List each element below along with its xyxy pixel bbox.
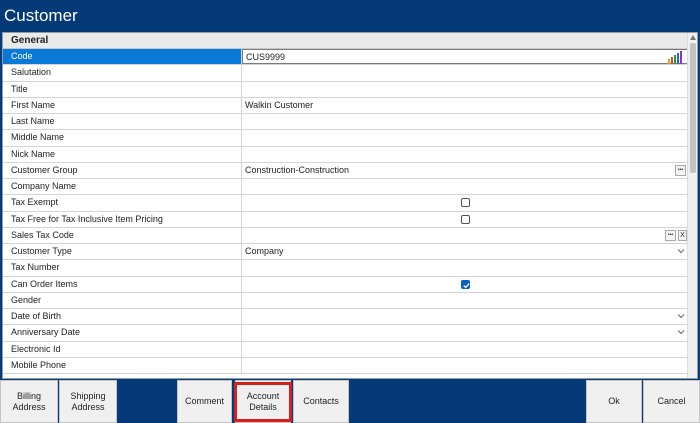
property-value[interactable]: ••• X xyxy=(242,228,689,243)
property-rows: Code CUS9999 Salutation Title First Name Walk… xyxy=(3,49,689,374)
property-value[interactable]: Construction-Construction ••• xyxy=(242,163,689,178)
property-row[interactable]: Tax Number xyxy=(3,260,689,277)
property-label: First Name xyxy=(3,97,242,113)
account-details-button[interactable]: Account Details xyxy=(235,380,291,423)
property-value-text: Construction-Construction xyxy=(245,164,350,175)
property-label: Sales Tax Code xyxy=(3,227,242,243)
title-bar: Customer xyxy=(0,0,700,32)
property-label: Middle Name xyxy=(3,130,242,146)
ok-button[interactable]: Ok xyxy=(586,380,642,423)
property-value-text: Company xyxy=(245,246,284,256)
property-label: Nick Name xyxy=(3,146,242,162)
cancel-button[interactable]: Cancel xyxy=(643,380,700,423)
property-value-text: CUS9999 xyxy=(246,52,286,62)
property-label: Electronic Id xyxy=(3,341,242,357)
property-label: Code xyxy=(3,49,242,65)
checkmark-icon xyxy=(463,282,470,288)
window-title: Customer xyxy=(4,6,78,25)
property-value[interactable] xyxy=(242,342,689,357)
property-value[interactable] xyxy=(242,82,689,97)
property-row[interactable]: Anniversary Date xyxy=(3,325,689,342)
property-row[interactable]: Sales Tax Code ••• X xyxy=(3,227,689,244)
property-row[interactable]: Tax Exempt xyxy=(3,195,689,212)
property-value[interactable] xyxy=(242,358,689,373)
property-row[interactable]: Electronic Id xyxy=(3,341,689,358)
property-row[interactable]: Title xyxy=(3,81,689,98)
property-label: Company Name xyxy=(3,179,242,195)
clear-icon[interactable]: X xyxy=(678,229,687,241)
contacts-button[interactable]: Contacts xyxy=(293,380,349,423)
chart-icon[interactable] xyxy=(667,51,685,64)
property-value[interactable] xyxy=(242,114,689,129)
property-row[interactable]: Mobile Phone xyxy=(3,357,689,374)
chevron-down-icon[interactable] xyxy=(677,327,685,337)
property-row[interactable]: First Name Walkin Customer xyxy=(3,97,689,114)
property-label: Salutation xyxy=(3,65,242,81)
section-title: General xyxy=(11,35,49,46)
checkbox[interactable] xyxy=(461,279,470,289)
property-value[interactable] xyxy=(242,65,689,80)
chevron-down-icon[interactable] xyxy=(677,246,685,256)
property-row[interactable]: Gender xyxy=(3,292,689,309)
property-value[interactable] xyxy=(242,195,689,210)
section-header-general[interactable]: General xyxy=(3,33,689,49)
ellipsis-icon[interactable]: ••• xyxy=(665,229,676,241)
billing-address-button[interactable]: Billing Address xyxy=(0,380,58,423)
property-value[interactable] xyxy=(242,277,689,292)
property-label: Gender xyxy=(3,292,242,308)
property-value[interactable] xyxy=(242,309,689,324)
property-value[interactable] xyxy=(242,325,689,340)
property-label: Customer Group xyxy=(3,162,242,178)
property-row[interactable]: Customer Type Company xyxy=(3,244,689,261)
property-value[interactable] xyxy=(242,179,689,194)
property-label: Anniversary Date xyxy=(3,325,242,341)
comment-button[interactable]: Comment xyxy=(177,380,232,423)
shipping-address-button[interactable]: Shipping Address xyxy=(59,380,117,423)
property-row[interactable]: Customer Group Construction-Construction •… xyxy=(3,162,689,179)
property-label: Tax Number xyxy=(3,260,242,276)
property-value[interactable]: Walkin Customer xyxy=(242,98,689,113)
chevron-down-icon[interactable] xyxy=(677,311,685,321)
property-row[interactable]: Can Order Items xyxy=(3,276,689,293)
property-row[interactable]: Date of Birth xyxy=(3,309,689,326)
property-row[interactable]: Code CUS9999 xyxy=(3,49,689,66)
property-grid: General Code CUS9999 Salutation Title First … xyxy=(2,32,698,379)
property-label: Tax Free for Tax Inclusive Item Pricing xyxy=(3,211,242,227)
property-value[interactable]: CUS9999 xyxy=(242,49,689,65)
property-row[interactable]: Middle Name xyxy=(3,130,689,147)
property-label: Mobile Phone xyxy=(3,357,242,373)
property-row[interactable]: Company Name xyxy=(3,179,689,196)
ellipsis-icon[interactable]: ••• xyxy=(675,164,686,176)
property-value[interactable] xyxy=(242,212,689,227)
property-label: Title xyxy=(3,81,242,97)
property-label: Tax Exempt xyxy=(3,195,242,211)
property-value[interactable] xyxy=(242,293,689,308)
property-label: Date of Birth xyxy=(3,309,242,325)
property-label: Last Name xyxy=(3,114,242,130)
property-value[interactable] xyxy=(242,260,689,275)
checkbox[interactable] xyxy=(461,214,470,224)
property-value[interactable] xyxy=(242,130,689,145)
property-row[interactable]: Nick Name xyxy=(3,146,689,163)
scroll-up-arrow-icon[interactable] xyxy=(690,35,696,40)
vertical-scrollbar[interactable] xyxy=(687,33,697,378)
property-value[interactable] xyxy=(242,147,689,162)
property-value[interactable]: Company xyxy=(242,244,689,259)
property-label: Can Order Items xyxy=(3,276,242,292)
footer-toolbar: Billing Address Shipping Address Comment… xyxy=(0,380,700,423)
property-value-text: Walkin Customer xyxy=(245,99,314,110)
property-label: Customer Type xyxy=(3,244,242,260)
property-row[interactable]: Tax Free for Tax Inclusive Item Pricing xyxy=(3,211,689,228)
property-row[interactable]: Salutation xyxy=(3,65,689,82)
scrollbar-thumb[interactable] xyxy=(690,43,696,173)
checkbox[interactable] xyxy=(461,198,470,208)
property-row[interactable]: Last Name xyxy=(3,114,689,131)
